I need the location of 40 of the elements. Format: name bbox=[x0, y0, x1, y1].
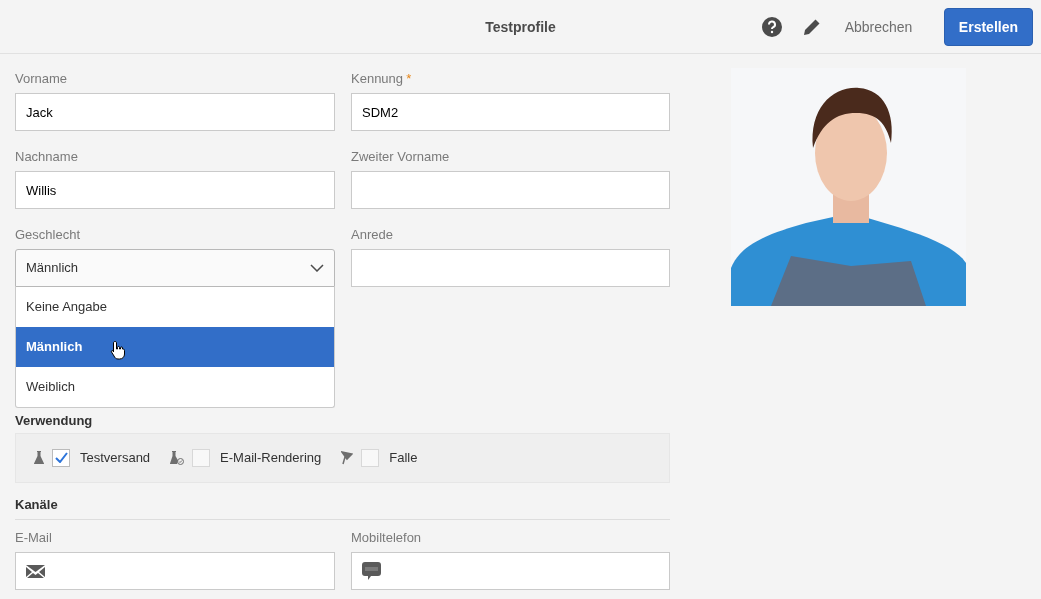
edit-icon[interactable] bbox=[802, 17, 823, 37]
flask-icon bbox=[34, 451, 44, 464]
field-label: Zweiter Vorname bbox=[351, 149, 450, 166]
sms-icon bbox=[362, 562, 381, 580]
text-field[interactable] bbox=[351, 249, 670, 287]
text-field[interactable]: Willis bbox=[15, 171, 335, 209]
text-field[interactable]: SDM2 bbox=[351, 93, 670, 131]
gender-select[interactable]: Männlich bbox=[15, 249, 335, 287]
page-title: Testprofile bbox=[485, 18, 556, 37]
trap-icon bbox=[341, 450, 354, 465]
field-label: E-Mail bbox=[15, 530, 52, 547]
field-label: Anrede bbox=[351, 227, 393, 244]
cancel-button[interactable]: Abbrechen bbox=[832, 8, 925, 46]
checkbox-label: E-Mail-Rendering bbox=[220, 448, 322, 467]
field-label: Geschlecht bbox=[15, 227, 81, 244]
text-field[interactable]: Jack bbox=[15, 93, 335, 131]
checkbox[interactable] bbox=[192, 448, 211, 467]
email-field[interactable] bbox=[15, 552, 335, 590]
phone-field[interactable] bbox=[351, 552, 670, 590]
checkbox[interactable] bbox=[52, 448, 70, 467]
dropdown-option[interactable]: Keine Angabe bbox=[16, 287, 334, 327]
section-heading: Verwendung bbox=[15, 412, 93, 430]
text-field[interactable] bbox=[351, 171, 670, 209]
field-label: Vorname bbox=[15, 71, 68, 88]
checkbox-label: Testversand bbox=[80, 448, 151, 467]
checkbox-label: Falle bbox=[389, 448, 418, 467]
dropdown-option[interactable]: Männlich bbox=[16, 327, 334, 367]
field-label: Kennung bbox=[351, 71, 404, 88]
flask-check-icon bbox=[170, 450, 185, 465]
field-label: Nachname bbox=[15, 149, 78, 166]
hand-cursor-icon bbox=[110, 340, 127, 360]
dropdown-option[interactable]: Weiblich bbox=[16, 367, 334, 407]
envelope-icon bbox=[26, 564, 45, 578]
create-button[interactable]: Erstellen bbox=[943, 8, 1033, 46]
section-heading: Kanäle bbox=[15, 495, 58, 514]
required-mark: * bbox=[406, 71, 412, 86]
chevron-down-icon bbox=[310, 264, 324, 272]
field-label: Mobiltelefon bbox=[351, 530, 422, 547]
help-icon[interactable] bbox=[761, 17, 782, 37]
checkbox[interactable] bbox=[361, 448, 380, 467]
